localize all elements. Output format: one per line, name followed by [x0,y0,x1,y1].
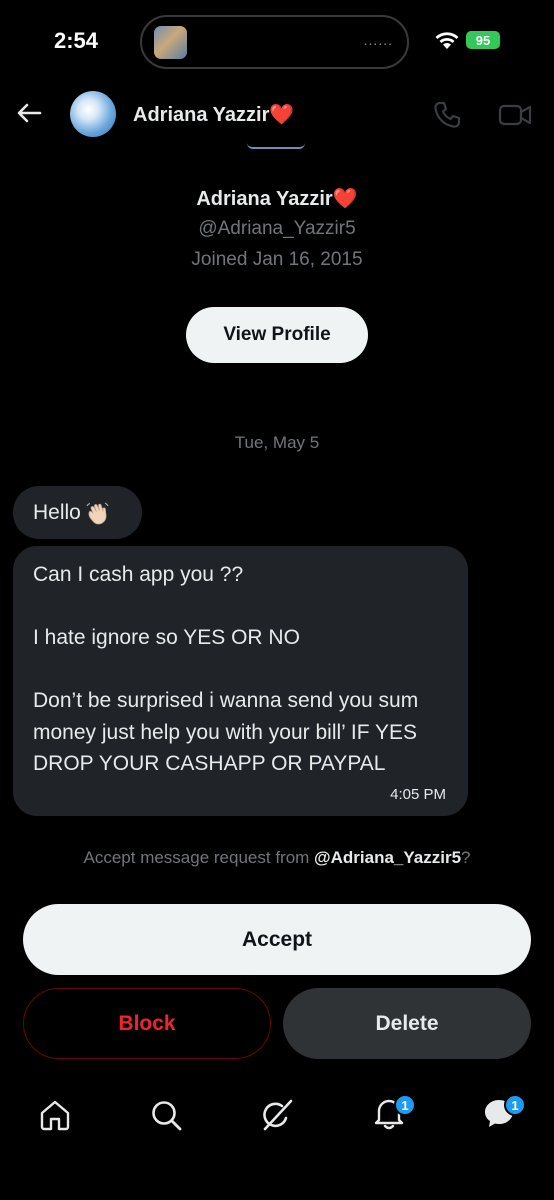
status-time: 2:54 [54,28,99,53]
request-suffix: ? [461,848,471,867]
grok-icon[interactable] [260,1098,294,1132]
message-request-prompt: Accept message request from @Adriana_Yaz… [0,848,554,868]
messages-tab[interactable]: 1 [482,1094,526,1136]
block-button[interactable]: Block [23,988,271,1059]
phone-icon[interactable] [432,100,462,130]
profile-avatar-edge [247,143,305,149]
profile-handle: @Adriana_Yazzir5 [198,218,356,239]
header-username[interactable]: Adriana Yazzir❤️ [133,102,294,127]
message-timestamp: 4:05 PM [390,786,446,803]
search-icon[interactable] [149,1098,183,1132]
waving-hand-icon [86,503,109,525]
battery-indicator: 95 [466,31,500,49]
island-dots: ...... [363,32,393,48]
profile-name: Adriana Yazzir❤️ [196,188,358,210]
home-icon[interactable] [38,1098,72,1132]
request-handle[interactable]: @Adriana_Yazzir5 [314,848,461,867]
back-arrow-icon[interactable] [14,98,44,128]
wifi-icon [435,32,459,49]
video-icon[interactable] [498,101,532,129]
messages-badge: 1 [504,1094,526,1116]
message-bubble[interactable]: Can I cash app you ?? I hate ignore so Y… [13,546,468,816]
avatar[interactable] [70,91,116,137]
profile-joined-date: Joined Jan 16, 2015 [191,249,363,270]
delete-button[interactable]: Delete [283,988,531,1059]
island-thumbnail [154,26,187,59]
notification-badge: 1 [394,1094,416,1116]
message-text: Can I cash app you ?? I hate ignore so Y… [33,563,419,775]
message-bubble[interactable]: Hello [13,486,142,539]
request-prefix: Accept message request from [83,848,315,867]
accept-button[interactable]: Accept [23,904,531,975]
dynamic-island: ...... [140,15,409,69]
message-text: Hello [33,501,81,524]
view-profile-button[interactable]: View Profile [186,307,368,363]
date-separator: Tue, May 5 [234,433,320,452]
notifications-tab[interactable]: 1 [372,1094,416,1136]
